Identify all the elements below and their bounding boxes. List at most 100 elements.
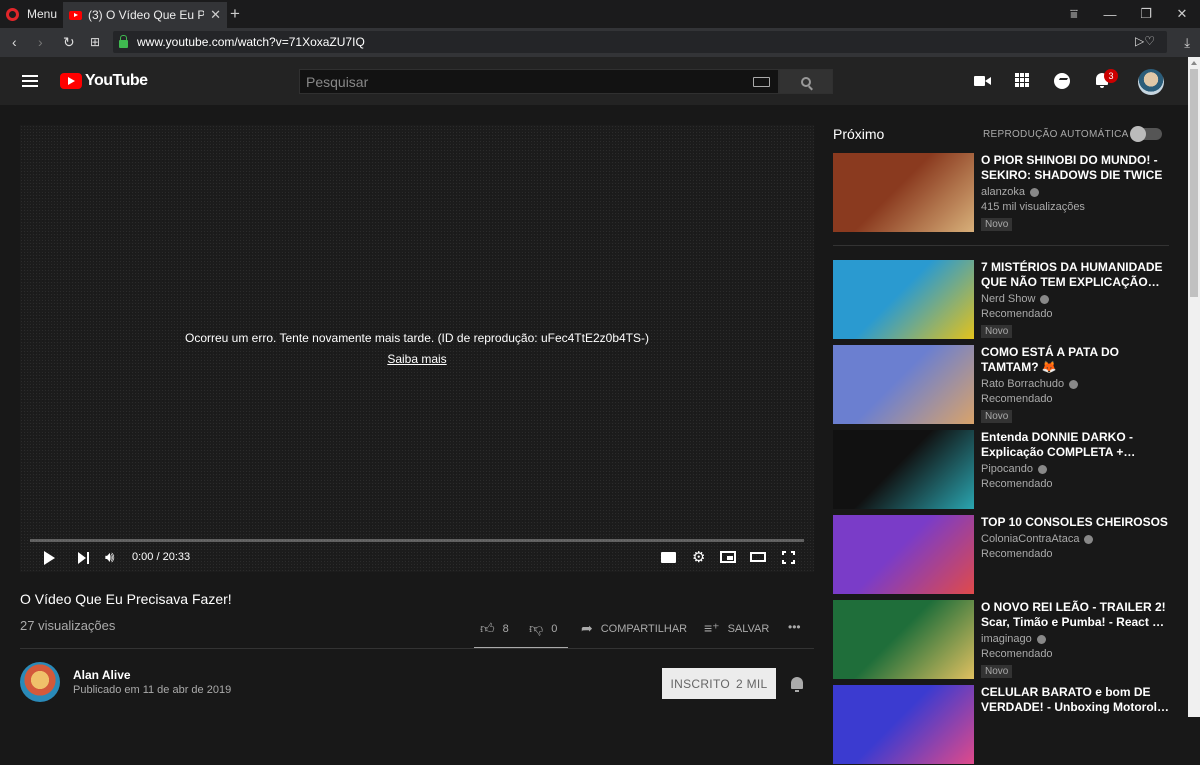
like-button[interactable]: 👍︎ 8: [480, 620, 509, 637]
volume-icon[interactable]: 🔊︎: [105, 550, 114, 565]
video-player[interactable]: Ocorreu um erro. Tente novamente mais ta…: [20, 125, 814, 572]
video-thumbnail[interactable]: [833, 600, 974, 679]
save-button[interactable]: ≡⁺ SALVAR: [704, 620, 769, 637]
recommended-channel-row: alanzoka: [981, 185, 1171, 199]
recommended-video-title[interactable]: O NOVO REI LEÃO - TRAILER 2! Scar, Timão…: [981, 600, 1171, 630]
browser-tab-active[interactable]: (3) O Vídeo Que Eu Precisa ✕: [63, 2, 227, 28]
next-video-icon[interactable]: [78, 552, 90, 564]
tab-menu-icon[interactable]: ⩸: [1056, 0, 1092, 28]
scrollbar-thumb[interactable]: [1190, 69, 1198, 297]
learn-more-link[interactable]: Saiba mais: [20, 352, 814, 366]
video-thumbnail[interactable]: [833, 430, 974, 509]
new-badge: Novo: [981, 665, 1013, 678]
save-label: SALVAR: [727, 622, 770, 635]
search-button[interactable]: [779, 69, 833, 94]
download-icon[interactable]: ⤓: [1184, 35, 1190, 51]
recommended-video-item[interactable]: TOP 10 CONSOLES CHEIROSOS ColoniaContraAt…: [833, 515, 1173, 595]
messages-icon[interactable]: [1054, 73, 1070, 89]
video-thumbnail[interactable]: [833, 260, 974, 339]
new-tab-button[interactable]: +: [230, 4, 240, 24]
recommended-video-item[interactable]: 7 MISTÉRIOS DA HUMANIDADE QUE NÃO TEM EX…: [833, 260, 1173, 340]
channel-notifications-bell-icon[interactable]: [790, 677, 804, 692]
browser-tab-bar: Menu (3) O Vídeo Que Eu Precisa ✕ + ⩸ — …: [0, 0, 1200, 28]
minimize-button[interactable]: —: [1092, 0, 1128, 28]
recommended-video-item[interactable]: O NOVO REI LEÃO - TRAILER 2! Scar, Timão…: [833, 600, 1173, 680]
share-icon: ➦: [581, 620, 593, 636]
settings-gear-icon[interactable]: ⚙: [692, 548, 705, 566]
recommended-video-title[interactable]: Entenda DONNIE DARKO - Explicação COMPLE…: [981, 430, 1171, 460]
player-error-message: Ocorreu um erro. Tente novamente mais ta…: [185, 331, 649, 345]
recommended-video-title[interactable]: TOP 10 CONSOLES CHEIROSOS: [981, 515, 1171, 530]
verified-check-icon: [1038, 464, 1047, 474]
recommended-channel-row: Pipocando: [981, 462, 1171, 476]
recommended-video-info: 7 MISTÉRIOS DA HUMANIDADE QUE NÃO TEM EX…: [981, 260, 1171, 339]
recommended-channel-name[interactable]: Pipocando: [981, 462, 1033, 476]
channel-avatar[interactable]: [20, 662, 60, 702]
scroll-up-icon[interactable]: [1191, 61, 1197, 65]
recommended-video-meta: Recomendado: [981, 548, 1053, 560]
autoplay-toggle[interactable]: [1130, 126, 1162, 142]
video-thumbnail[interactable]: [833, 515, 974, 594]
recommended-channel-name[interactable]: Rato Borrachudo: [981, 377, 1064, 391]
video-thumbnail[interactable]: [833, 345, 974, 424]
recommended-video-item[interactable]: Entenda DONNIE DARKO - Explicação COMPLE…: [833, 430, 1173, 510]
recommended-video-title[interactable]: 7 MISTÉRIOS DA HUMANIDADE QUE NÃO TEM EX…: [981, 260, 1171, 290]
youtube-header: YouTube 3: [0, 57, 1188, 105]
youtube-favicon-icon: [69, 10, 82, 20]
url-field[interactable]: www.youtube.com/watch?v=71XoxaZU7IQ ▷♡: [113, 31, 1167, 53]
subtitles-icon[interactable]: [661, 552, 676, 563]
dislike-button[interactable]: 👎︎ 0: [529, 620, 557, 637]
verified-check-icon: [1030, 187, 1040, 197]
recommended-video-info: O NOVO REI LEÃO - TRAILER 2! Scar, Timão…: [981, 600, 1171, 679]
recommended-video-meta: 415 mil visualizações: [981, 201, 1085, 213]
up-next-divider: [833, 245, 1169, 246]
video-thumbnail[interactable]: [833, 685, 974, 764]
recommended-video-item[interactable]: COMO ESTÁ A PATA DO TAMTAM? 🦊 Rato Borrac…: [833, 345, 1173, 425]
theater-mode-icon[interactable]: [750, 552, 766, 562]
recommended-video-title[interactable]: CELULAR BARATO e bom DE VERDADE! - Unbox…: [981, 685, 1171, 715]
recommended-video-info: CELULAR BARATO e bom DE VERDADE! - Unbox…: [981, 685, 1171, 715]
tab-close-icon[interactable]: ✕: [210, 7, 221, 23]
subscribed-button[interactable]: INSCRITO 2 MIL: [662, 668, 776, 699]
page-scrollbar[interactable]: [1188, 57, 1200, 717]
recommended-video-title[interactable]: O PIOR SHINOBI DO MUNDO! - SEKIRO: SHADO…: [981, 153, 1171, 183]
browser-menu-button[interactable]: Menu: [6, 6, 57, 22]
recommended-video-title[interactable]: COMO ESTÁ A PATA DO TAMTAM? 🦊: [981, 345, 1171, 375]
apps-grid-icon[interactable]: [1015, 73, 1029, 87]
create-video-icon[interactable]: [974, 73, 992, 89]
reload-icon[interactable]: ↻: [63, 34, 75, 51]
keyboard-icon[interactable]: [753, 77, 770, 87]
recommended-channel-name[interactable]: Nerd Show: [981, 292, 1035, 306]
video-thumbnail[interactable]: [833, 153, 974, 232]
search-box: [299, 69, 779, 94]
youtube-logo[interactable]: YouTube: [60, 72, 148, 90]
close-window-button[interactable]: ✕: [1164, 0, 1200, 28]
recommended-channel-row: ColoniaContraAtaca: [981, 532, 1171, 546]
new-badge: Novo: [981, 410, 1013, 423]
miniplayer-icon[interactable]: [720, 551, 736, 563]
search-input[interactable]: [306, 73, 726, 90]
channel-name[interactable]: Alan Alive: [73, 668, 131, 682]
recommended-video-item[interactable]: CELULAR BARATO e bom DE VERDADE! - Unbox…: [833, 685, 1173, 765]
share-label: COMPARTILHAR: [600, 622, 688, 635]
send-bookmark-icon[interactable]: ▷♡: [1135, 34, 1155, 48]
share-button[interactable]: ➦ COMPARTILHAR: [581, 620, 687, 637]
recommended-channel-name[interactable]: ColoniaContraAtaca: [981, 532, 1079, 546]
recommended-video-item[interactable]: O PIOR SHINOBI DO MUNDO! - SEKIRO: SHADO…: [833, 153, 1173, 233]
recommended-channel-name[interactable]: imaginago: [981, 632, 1032, 646]
recommended-channel-name[interactable]: alanzoka: [981, 185, 1025, 199]
search-icon: [801, 76, 811, 87]
user-avatar[interactable]: [1138, 69, 1164, 95]
view-count: 27 visualizações: [20, 618, 116, 633]
fullscreen-icon[interactable]: [782, 551, 795, 564]
more-actions-icon[interactable]: •••: [788, 620, 801, 634]
progress-bar[interactable]: [30, 539, 804, 542]
hamburger-menu-icon[interactable]: [22, 75, 38, 87]
play-icon[interactable]: [44, 551, 55, 565]
forward-icon[interactable]: ›: [38, 34, 43, 50]
speed-dial-icon[interactable]: ⊞: [90, 35, 100, 49]
new-badge: Novo: [981, 325, 1013, 338]
new-badge: Novo: [981, 218, 1013, 231]
back-icon[interactable]: ‹: [12, 34, 17, 50]
restore-button[interactable]: ❐: [1128, 0, 1164, 28]
